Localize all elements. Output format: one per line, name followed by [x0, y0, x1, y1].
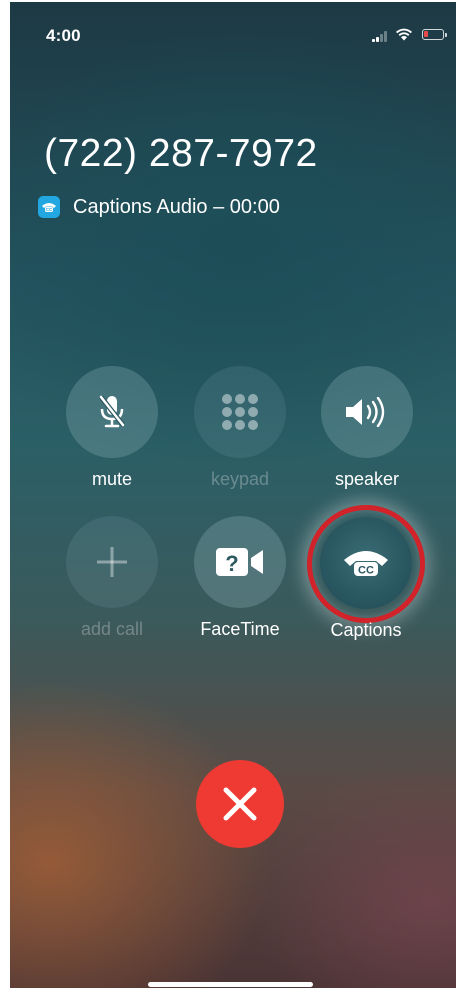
- call-screen: 4:00 (722) 287-7972 CC Captions Audio – …: [10, 2, 456, 988]
- call-status: CC Captions Audio – 00:00: [38, 195, 280, 219]
- status-bar: 4:00: [10, 2, 456, 52]
- speaker-circle[interactable]: [321, 366, 413, 458]
- mute-circle[interactable]: [66, 366, 158, 458]
- keypad-button[interactable]: keypad: [194, 366, 286, 490]
- captions-button[interactable]: CC Captions: [320, 517, 412, 641]
- add-call-label: add call: [80, 619, 144, 639]
- mute-button[interactable]: mute: [66, 366, 158, 490]
- facetime-button[interactable]: ? FaceTime: [194, 516, 286, 640]
- keypad-icon: [222, 394, 258, 430]
- captions-label: Captions: [330, 620, 402, 640]
- facetime-label: FaceTime: [200, 619, 280, 639]
- captions-app-icon: CC: [38, 196, 60, 218]
- end-call-button[interactable]: [196, 760, 284, 848]
- cellular-signal-icon: [372, 30, 392, 42]
- keypad-label: keypad: [210, 469, 270, 489]
- svg-text:?: ?: [225, 551, 238, 576]
- close-icon: [223, 787, 257, 821]
- plus-icon: [97, 547, 127, 577]
- captions-circle[interactable]: CC: [320, 517, 412, 609]
- add-call-button[interactable]: add call: [66, 516, 158, 640]
- speaker-label: speaker: [334, 469, 400, 489]
- wifi-icon: [396, 28, 412, 41]
- mic-slash-icon: [99, 395, 125, 428]
- caller-number: (722) 287-7972: [44, 132, 318, 175]
- add-call-circle[interactable]: [66, 516, 158, 608]
- speaker-button[interactable]: speaker: [321, 366, 413, 490]
- speaker-icon: [346, 397, 385, 427]
- status-time: 4:00: [46, 26, 81, 45]
- facetime-camera-icon: ?: [216, 548, 263, 576]
- cc-phone-icon: CC: [344, 551, 388, 577]
- call-status-text: Captions Audio – 00:00: [73, 195, 280, 218]
- home-indicator[interactable]: [148, 982, 313, 987]
- battery-icon: [422, 29, 447, 40]
- facetime-circle[interactable]: ?: [194, 516, 286, 608]
- keypad-circle[interactable]: [194, 366, 286, 458]
- svg-text:CC: CC: [358, 565, 374, 577]
- mute-label: mute: [91, 469, 133, 489]
- svg-text:CC: CC: [46, 207, 53, 212]
